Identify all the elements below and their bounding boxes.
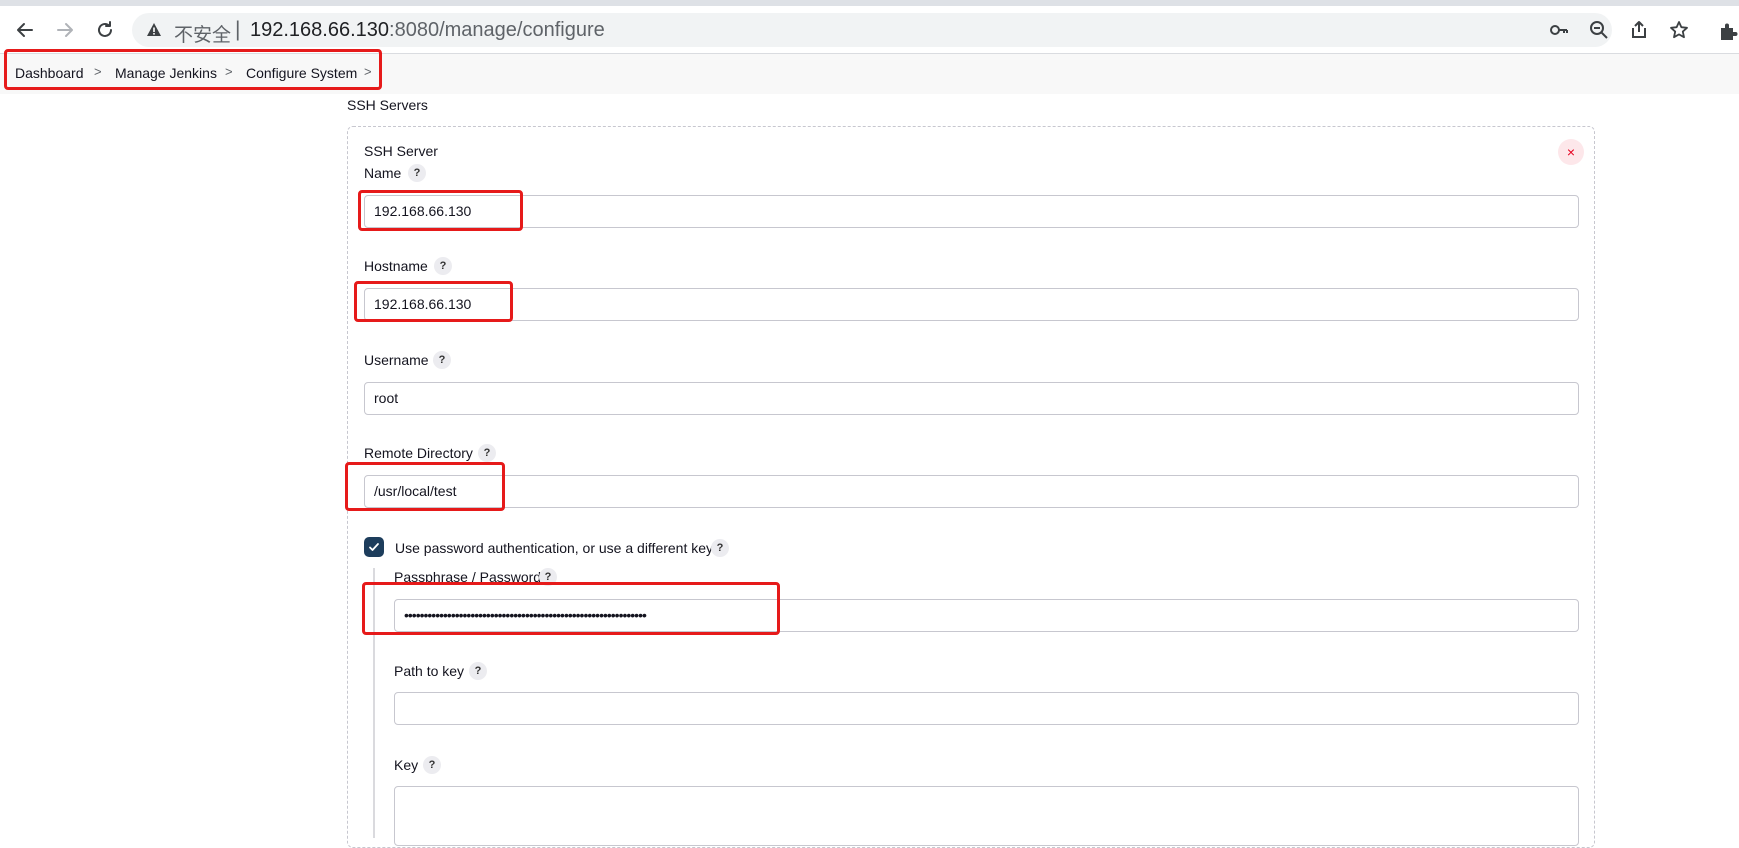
forward-icon[interactable]: [49, 14, 81, 46]
path-to-key-help-icon[interactable]: ?: [469, 662, 487, 680]
name-input[interactable]: 192.168.66.130: [364, 195, 1579, 228]
address-bar[interactable]: 不安全 | 192.168.66.130:8080/manage/configu…: [132, 13, 1688, 47]
browser-toolbar: 不安全 | 192.168.66.130:8080/manage/configu…: [0, 6, 1739, 54]
use-password-checkbox[interactable]: [364, 537, 384, 557]
zoom-out-icon[interactable]: [1587, 18, 1611, 42]
security-label[interactable]: 不安全: [174, 20, 231, 47]
section-title: SSH Servers: [347, 97, 428, 113]
key-help-icon[interactable]: ?: [423, 756, 441, 774]
url-host: 192.168.66.130: [250, 19, 390, 41]
breadcrumb: Dashboard > Manage Jenkins > Configure S…: [0, 54, 1739, 94]
breadcrumb-item-configure-system[interactable]: Configure System: [246, 65, 357, 81]
remote-directory-help-icon[interactable]: ?: [478, 444, 496, 462]
url-path: :8080/manage/configure: [389, 19, 605, 41]
use-password-help-icon[interactable]: ?: [711, 539, 729, 557]
passphrase-label: Passphrase / Password: [394, 569, 542, 585]
use-password-label[interactable]: Use password authentication, or use a di…: [395, 540, 713, 556]
hostname-label: Hostname: [364, 258, 428, 274]
username-input[interactable]: root: [364, 382, 1579, 415]
url-separator: |: [235, 18, 241, 41]
delete-server-button[interactable]: ×: [1558, 139, 1584, 165]
remote-directory-label: Remote Directory: [364, 445, 473, 461]
breadcrumb-dropdown-chevron[interactable]: >: [364, 64, 372, 79]
warning-icon[interactable]: [146, 22, 162, 43]
reload-icon[interactable]: [89, 14, 121, 46]
extensions-icon[interactable]: [1718, 22, 1738, 47]
key-label: Key: [394, 757, 419, 773]
username-help-icon[interactable]: ?: [433, 351, 451, 369]
key-icon[interactable]: [1547, 18, 1571, 42]
name-help-icon[interactable]: ?: [408, 164, 426, 182]
breadcrumb-separator: >: [225, 64, 233, 79]
breadcrumb-item-manage-jenkins[interactable]: Manage Jenkins: [115, 65, 217, 81]
breadcrumb-item-dashboard[interactable]: Dashboard: [15, 65, 84, 81]
back-icon[interactable]: [9, 14, 41, 46]
name-label: Name: [364, 165, 402, 181]
key-textarea[interactable]: [394, 786, 1579, 846]
remote-directory-input[interactable]: /usr/local/test: [364, 475, 1579, 508]
breadcrumb-separator: >: [94, 64, 102, 79]
nested-section-line: [373, 568, 375, 838]
check-icon: [369, 543, 379, 551]
passphrase-help-icon[interactable]: ?: [539, 568, 557, 586]
close-icon: ×: [1566, 144, 1576, 160]
share-icon[interactable]: [1627, 18, 1651, 42]
path-to-key-label: Path to key: [394, 663, 465, 679]
hostname-help-icon[interactable]: ?: [434, 257, 452, 275]
path-to-key-input[interactable]: [394, 692, 1579, 725]
passphrase-input[interactable]: ••••••••••••••••••••••••••••••••••••••••…: [394, 599, 1579, 632]
username-label: Username: [364, 352, 429, 368]
ssh-server-title: SSH Server: [364, 143, 438, 159]
bookmark-star-icon[interactable]: [1667, 18, 1691, 42]
hostname-input[interactable]: 192.168.66.130: [364, 288, 1579, 321]
url-text[interactable]: 192.168.66.130:8080/manage/configure: [250, 19, 605, 42]
